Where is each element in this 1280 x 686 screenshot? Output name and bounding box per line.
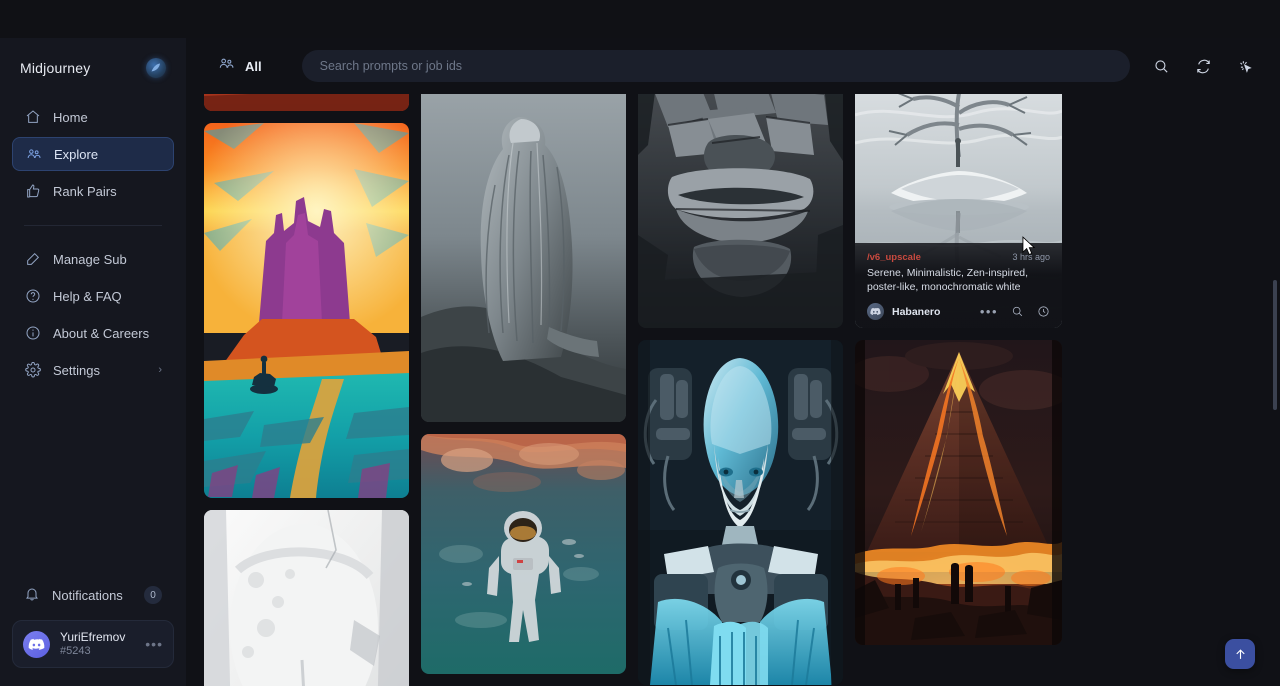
- user-avatar-icon: [867, 303, 884, 320]
- gallery-card[interactable]: [421, 85, 626, 422]
- discord-icon: [23, 631, 50, 658]
- home-icon: [24, 109, 41, 126]
- sidebar-item-label-help-faq: Help & FAQ: [53, 289, 122, 304]
- gallery-column-1: [204, 21, 409, 686]
- filter-label: All: [245, 59, 262, 74]
- user-profile-card[interactable]: YuriEfremov #5243 •••: [12, 620, 174, 668]
- midjourney-sail-icon[interactable]: [146, 58, 166, 78]
- search-icon[interactable]: [1011, 305, 1024, 318]
- sidebar-item-explore[interactable]: Explore: [12, 137, 174, 171]
- job-prompt-text: Serene, Minimalistic, Zen-inspired, post…: [867, 266, 1050, 294]
- sidebar: Midjourney Home Explore: [0, 0, 186, 686]
- vertical-scrollbar[interactable]: [1273, 280, 1277, 410]
- chevron-right-icon: ›: [158, 364, 162, 376]
- search-input[interactable]: [320, 59, 1112, 73]
- overlay-actions: •••: [980, 305, 1050, 318]
- overlay-header: /v6_upscale 3 hrs ago: [867, 252, 1050, 263]
- search-icon[interactable]: [1148, 53, 1174, 79]
- sidebar-item-label-about-careers: About & Careers: [53, 326, 149, 341]
- card-info-overlay: /v6_upscale 3 hrs ago Serene, Minimalist…: [855, 243, 1062, 328]
- toolbar-icons: [1138, 53, 1258, 79]
- gallery-card[interactable]: [204, 123, 409, 498]
- sidebar-item-settings[interactable]: Settings ›: [12, 353, 174, 387]
- user-identity: YuriEfremov #5243: [60, 630, 125, 658]
- gallery-card[interactable]: /v6_upscale 3 hrs ago Serene, Minimalist…: [855, 85, 1062, 328]
- explore-people-icon: [218, 55, 235, 77]
- gallery-card[interactable]: [421, 434, 626, 674]
- main-content: All: [186, 0, 1280, 686]
- sidebar-item-label-manage-sub: Manage Sub: [53, 252, 127, 267]
- window-top-strip: [0, 0, 1280, 38]
- job-mode-tag[interactable]: /v6_upscale: [867, 252, 921, 263]
- sidebar-item-home[interactable]: Home: [12, 100, 174, 134]
- job-timestamp: 3 hrs ago: [1012, 252, 1050, 262]
- notifications-label: Notifications: [52, 588, 123, 603]
- explore-people-icon: [25, 146, 42, 163]
- overlay-footer: Habanero •••: [867, 303, 1050, 320]
- sidebar-item-label-explore: Explore: [54, 147, 98, 162]
- user-tag: #5243: [60, 644, 125, 658]
- gallery-card[interactable]: [204, 510, 409, 686]
- secondary-nav: Manage Sub Help & FAQ About & Careers Se…: [0, 238, 186, 390]
- sidebar-item-label-settings: Settings: [53, 363, 100, 378]
- sidebar-item-help-faq[interactable]: Help & FAQ: [12, 279, 174, 313]
- search-bar[interactable]: [302, 50, 1130, 82]
- gallery-column-2: [421, 85, 626, 674]
- gear-icon: [24, 362, 41, 379]
- image-gallery-grid: /v6_upscale 3 hrs ago Serene, Minimalist…: [186, 85, 1280, 686]
- job-author-name[interactable]: Habanero: [892, 306, 940, 318]
- android-blue-artwork: [638, 340, 843, 685]
- gallery-card[interactable]: [638, 340, 843, 685]
- gallery-card[interactable]: [855, 340, 1062, 645]
- astronaut-sea-artwork: [421, 434, 626, 674]
- notifications-count-badge: 0: [144, 586, 162, 604]
- ellipsis-icon[interactable]: •••: [145, 636, 163, 652]
- sidebar-item-notifications[interactable]: Notifications 0: [0, 578, 186, 612]
- gallery-column-4: /v6_upscale 3 hrs ago Serene, Minimalist…: [855, 85, 1062, 645]
- user-name: YuriEfremov: [60, 630, 125, 644]
- refresh-icon[interactable]: [1190, 53, 1216, 79]
- stone-face-dark-artwork: [638, 85, 843, 328]
- smiley-react-icon[interactable]: [1037, 305, 1050, 318]
- question-circle-icon: [24, 288, 41, 305]
- sidebar-item-label-rank-pairs: Rank Pairs: [53, 184, 117, 199]
- more-options-icon[interactable]: •••: [980, 308, 998, 316]
- bell-icon: [24, 586, 40, 605]
- scroll-to-top-button[interactable]: [1225, 639, 1255, 669]
- white-stone-face-artwork: [204, 510, 409, 686]
- sidebar-item-about-careers[interactable]: About & Careers: [12, 316, 174, 350]
- midjourney-app-window: Midjourney Home Explore: [0, 0, 1280, 686]
- gallery-card[interactable]: [638, 85, 843, 328]
- app-title: Midjourney: [20, 60, 90, 76]
- brand-row: Midjourney: [0, 40, 186, 96]
- grey-cloak-artwork: [421, 85, 626, 422]
- sidebar-item-label-home: Home: [53, 110, 88, 125]
- thumbs-up-icon: [24, 183, 41, 200]
- pyramid-fire-artwork: [855, 340, 1062, 645]
- arrow-up-icon: [1233, 647, 1248, 662]
- info-circle-icon: [24, 325, 41, 342]
- sidebar-spacer: [0, 390, 186, 578]
- gallery-column-3: [638, 85, 843, 685]
- sidebar-divider: [24, 225, 162, 226]
- sidebar-item-rank-pairs[interactable]: Rank Pairs: [12, 174, 174, 208]
- sidebar-item-manage-sub[interactable]: Manage Sub: [12, 242, 174, 276]
- filter-all-button[interactable]: All: [208, 49, 272, 83]
- castle-sunset-artwork: [204, 123, 409, 498]
- toolbar: All: [186, 38, 1280, 94]
- edit-square-icon: [24, 251, 41, 268]
- sparkle-cursor-icon[interactable]: [1232, 53, 1258, 79]
- primary-nav: Home Explore Rank Pairs: [0, 96, 186, 211]
